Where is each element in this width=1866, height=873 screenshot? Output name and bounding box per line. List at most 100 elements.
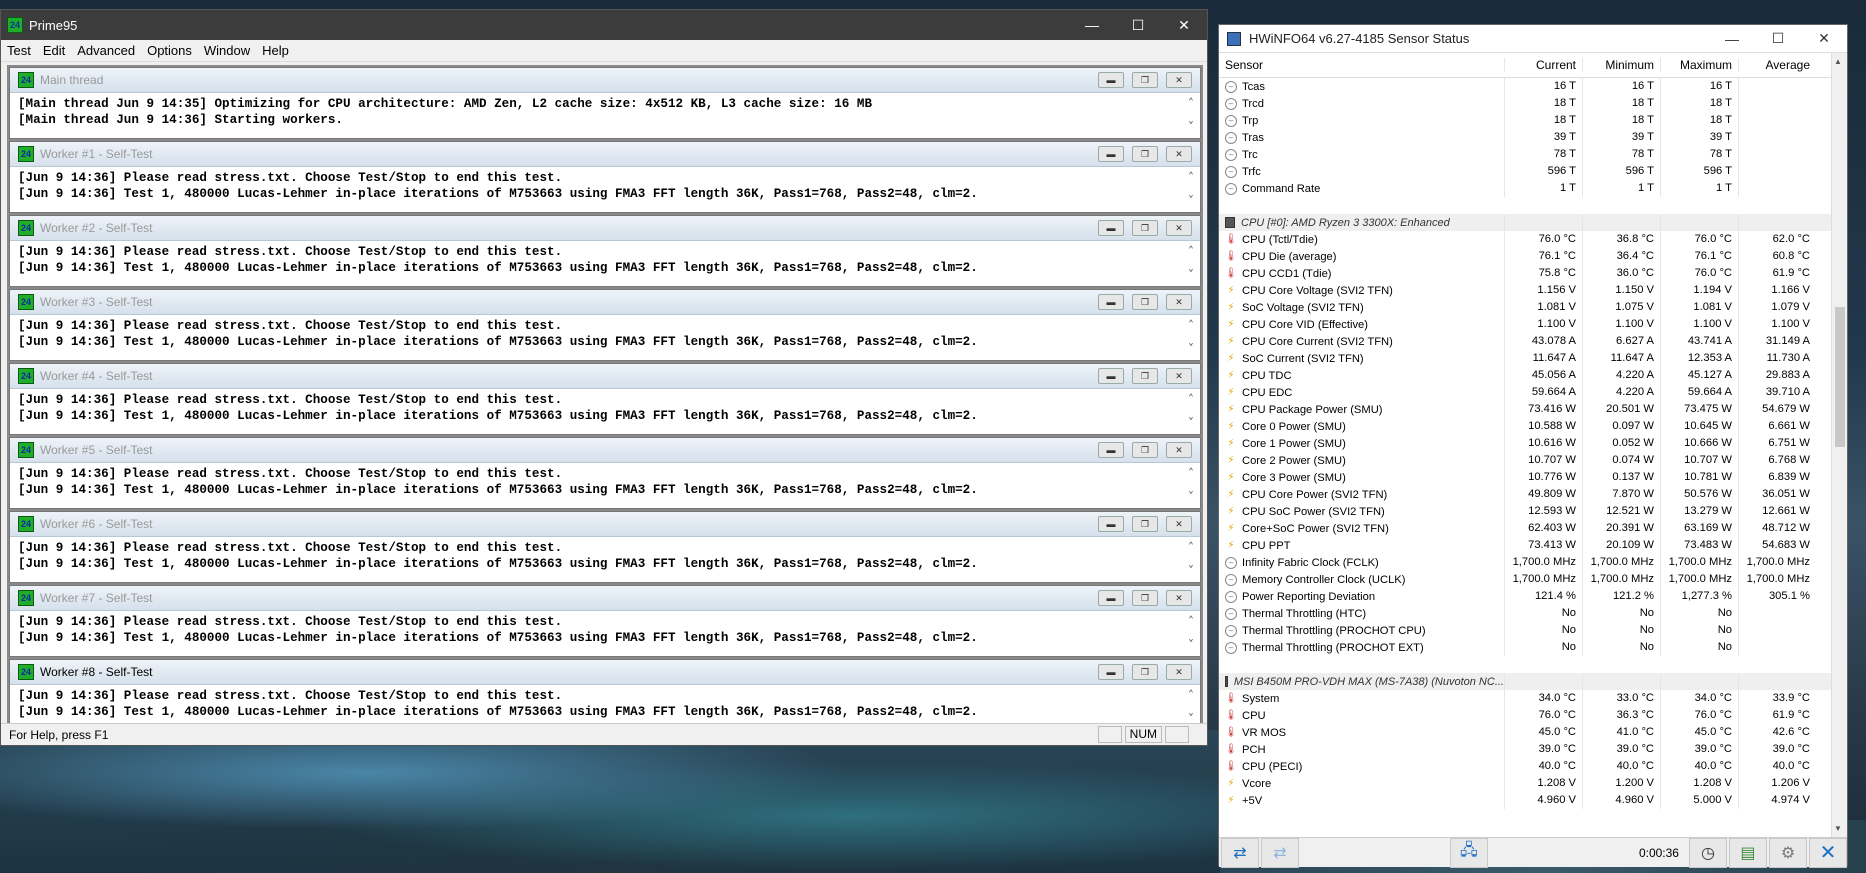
menu-options[interactable]: Options bbox=[141, 43, 198, 58]
minimize-button[interactable]: — bbox=[1069, 10, 1115, 40]
sensor-row[interactable]: – Trp 18 T 18 T 18 T bbox=[1219, 112, 1833, 129]
worker-titlebar[interactable]: 24 Worker #5 - Self-Test ▬ ❐ ✕ bbox=[10, 438, 1200, 463]
chevron-down-icon[interactable]: ⌄ bbox=[1188, 188, 1193, 204]
worker-titlebar[interactable]: 24 Worker #4 - Self-Test ▬ ❐ ✕ bbox=[10, 364, 1200, 389]
worker-log[interactable]: [Jun 9 14:36] Please read stress.txt. Ch… bbox=[10, 463, 1200, 501]
chevron-down-icon[interactable]: ⌄ bbox=[1188, 114, 1193, 130]
chevron-down-icon[interactable]: ⌄ bbox=[1188, 262, 1193, 278]
worker-log[interactable]: [Jun 9 14:36] Please read stress.txt. Ch… bbox=[10, 537, 1200, 575]
worker-log[interactable]: [Main thread Jun 9 14:35] Optimizing for… bbox=[10, 93, 1200, 131]
hwinfo-close-button[interactable]: ✕ bbox=[1801, 24, 1847, 54]
sensor-row[interactable]: ⚡ Core 0 Power (SMU) 10.588 W 0.097 W 10.645… bbox=[1219, 418, 1833, 435]
worker-log[interactable]: [Jun 9 14:36] Please read stress.txt. Ch… bbox=[10, 685, 1200, 723]
worker-window[interactable]: 24 Worker #8 - Self-Test ▬ ❐ ✕ [Jun 9 14:36] … bbox=[9, 659, 1201, 731]
worker-titlebar[interactable]: 24 Worker #6 - Self-Test ▬ ❐ ✕ bbox=[10, 512, 1200, 537]
worker-close-icon[interactable]: ✕ bbox=[1166, 516, 1192, 532]
sensor-row[interactable]: 🌡 CPU (Tctl/Tdie) 76.0 °C 36.8 °C 76.0 °C 62.… bbox=[1219, 231, 1833, 248]
sensor-row[interactable]: ⚡ Core+SoC Power (SVI2 TFN) 62.403 W 20.391… bbox=[1219, 520, 1833, 537]
sensor-row[interactable]: – Trfc 596 T 596 T 596 T bbox=[1219, 163, 1833, 180]
chevron-down-icon[interactable]: ⌄ bbox=[1188, 410, 1193, 426]
sensor-row[interactable]: 🌡 System 34.0 °C 33.0 °C 34.0 °C 33.9 °C bbox=[1219, 690, 1833, 707]
worker-close-icon[interactable]: ✕ bbox=[1166, 590, 1192, 606]
column-header-current[interactable]: Current bbox=[1504, 58, 1582, 72]
column-header-minimum[interactable]: Minimum bbox=[1582, 58, 1660, 72]
chevron-down-icon[interactable]: ⌄ bbox=[1188, 484, 1193, 500]
worker-titlebar[interactable]: 24 Worker #3 - Self-Test ▬ ❐ ✕ bbox=[10, 290, 1200, 315]
scroll-thumb[interactable] bbox=[1835, 307, 1845, 447]
worker-minimize-icon[interactable]: ▬ bbox=[1098, 590, 1124, 606]
worker-restore-icon[interactable]: ❐ bbox=[1132, 368, 1158, 384]
worker-log-scrollbar[interactable]: ⌃ ⌄ bbox=[1184, 465, 1198, 499]
worker-restore-icon[interactable]: ❐ bbox=[1132, 72, 1158, 88]
worker-window[interactable]: 24 Worker #4 - Self-Test ▬ ❐ ✕ [Jun 9 14:36] … bbox=[9, 363, 1201, 435]
sensor-row[interactable]: ⚡ CPU Core VID (Effective) 1.100 V 1.100 V1… bbox=[1219, 316, 1833, 333]
worker-minimize-icon[interactable]: ▬ bbox=[1098, 368, 1124, 384]
scroll-up-arrow-icon[interactable]: ▲ bbox=[1834, 57, 1842, 66]
sensor-row[interactable]: 🌡 PCH 39.0 °C 39.0 °C 39.0 °C 39.0 °C bbox=[1219, 741, 1833, 758]
sensor-row[interactable]: – Command Rate 1 T1 T1 T bbox=[1219, 180, 1833, 197]
worker-minimize-icon[interactable]: ▬ bbox=[1098, 516, 1124, 532]
chevron-up-icon[interactable]: ⌃ bbox=[1188, 169, 1193, 185]
sensor-row[interactable]: ⚡ Core 2 Power (SMU) 10.707 W 0.074 W 10.707… bbox=[1219, 452, 1833, 469]
chevron-down-icon[interactable]: ⌄ bbox=[1188, 558, 1193, 574]
chevron-up-icon[interactable]: ⌃ bbox=[1188, 465, 1193, 481]
worker-close-icon[interactable]: ✕ bbox=[1166, 146, 1192, 162]
chevron-up-icon[interactable]: ⌃ bbox=[1188, 539, 1193, 555]
chevron-up-icon[interactable]: ⌃ bbox=[1188, 243, 1193, 259]
sensor-group-row[interactable]: MSI B450M PRO-VDH MAX (MS-7A38) (Nuvoton… bbox=[1219, 673, 1833, 690]
worker-log-scrollbar[interactable]: ⌃ ⌄ bbox=[1184, 539, 1198, 573]
prime95-titlebar[interactable]: 24 Prime95 — ☐ ✕ bbox=[1, 10, 1207, 40]
worker-minimize-icon[interactable]: ▬ bbox=[1098, 294, 1124, 310]
worker-close-icon[interactable]: ✕ bbox=[1166, 72, 1192, 88]
sensor-row[interactable]: ⚡ CPU TDC 45.056 A 4.220 A 45.127 A 29.883 A bbox=[1219, 367, 1833, 384]
worker-log-scrollbar[interactable]: ⌃ ⌄ bbox=[1184, 95, 1198, 129]
log-file-icon[interactable]: ▤ bbox=[1728, 837, 1767, 868]
worker-minimize-icon[interactable]: ▬ bbox=[1098, 146, 1124, 162]
chevron-up-icon[interactable]: ⌃ bbox=[1188, 391, 1193, 407]
chevron-up-icon[interactable]: ⌃ bbox=[1188, 613, 1193, 629]
chevron-up-icon[interactable]: ⌃ bbox=[1188, 317, 1193, 333]
sensor-row[interactable]: 🌡 CPU 76.0 °C 36.3 °C 76.0 °C 61.9 °C bbox=[1219, 707, 1833, 724]
sensor-row[interactable]: ⚡ Core 3 Power (SMU) 10.776 W 0.137 W 10.781… bbox=[1219, 469, 1833, 486]
sensor-row[interactable]: ⚡ CPU Core Current (SVI2 TFN) 43.078 A 6.62… bbox=[1219, 333, 1833, 350]
sensor-row[interactable]: 🌡 CPU CCD1 (Tdie) 75.8 °C 36.0 °C 76.0 °C 61.… bbox=[1219, 265, 1833, 282]
chevron-down-icon[interactable]: ⌄ bbox=[1188, 632, 1193, 648]
sensor-row[interactable]: ⚡ CPU PPT 73.413 W 20.109 W 73.483 W 54.683 W bbox=[1219, 537, 1833, 554]
worker-titlebar[interactable]: 24 Worker #2 - Self-Test ▬ ❐ ✕ bbox=[10, 216, 1200, 241]
menu-advanced[interactable]: Advanced bbox=[71, 43, 141, 58]
worker-log[interactable]: [Jun 9 14:36] Please read stress.txt. Ch… bbox=[10, 167, 1200, 205]
sensor-scrollbar[interactable]: ▲ ▼ bbox=[1831, 53, 1847, 837]
sensor-row[interactable]: – Power Reporting Deviation 121.4 % 121.2 %… bbox=[1219, 588, 1833, 605]
worker-titlebar[interactable]: 24 Worker #7 - Self-Test ▬ ❐ ✕ bbox=[10, 586, 1200, 611]
worker-log[interactable]: [Jun 9 14:36] Please read stress.txt. Ch… bbox=[10, 611, 1200, 649]
clock-reset-icon[interactable]: ◷ bbox=[1688, 837, 1727, 868]
worker-titlebar[interactable]: 24 Worker #1 - Self-Test ▬ ❐ ✕ bbox=[10, 142, 1200, 167]
chevron-down-icon[interactable]: ⌄ bbox=[1188, 336, 1193, 352]
menu-edit[interactable]: Edit bbox=[37, 43, 71, 58]
worker-window[interactable]: 24 Worker #2 - Self-Test ▬ ❐ ✕ [Jun 9 14:36] … bbox=[9, 215, 1201, 287]
worker-close-icon[interactable]: ✕ bbox=[1166, 220, 1192, 236]
column-header-average[interactable]: Average bbox=[1738, 58, 1816, 72]
sensor-row[interactable]: – Thermal Throttling (HTC) No No No bbox=[1219, 605, 1833, 622]
sensor-row[interactable]: – Infinity Fabric Clock (FCLK) 1,700.0 MHz… bbox=[1219, 554, 1833, 571]
chevron-down-icon[interactable]: ⌄ bbox=[1188, 706, 1193, 722]
maximize-button[interactable]: ☐ bbox=[1115, 10, 1161, 40]
menu-help[interactable]: Help bbox=[256, 43, 295, 58]
menu-window[interactable]: Window bbox=[198, 43, 256, 58]
worker-titlebar[interactable]: 24 Worker #8 - Self-Test ▬ ❐ ✕ bbox=[10, 660, 1200, 685]
sensor-row[interactable]: ⚡ CPU EDC 59.664 A 4.220 A 59.664 A 39.710 A bbox=[1219, 384, 1833, 401]
sensor-group-row[interactable]: CPU [#0]: AMD Ryzen 3 3300X: Enhanced bbox=[1219, 214, 1833, 231]
worker-log[interactable]: [Jun 9 14:36] Please read stress.txt. Ch… bbox=[10, 241, 1200, 279]
scroll-down-arrow-icon[interactable]: ▼ bbox=[1834, 824, 1842, 833]
worker-log[interactable]: [Jun 9 14:36] Please read stress.txt. Ch… bbox=[10, 315, 1200, 353]
column-header-sensor[interactable]: Sensor bbox=[1219, 58, 1504, 72]
sensor-row[interactable]: ⚡ +5V 4.960 V 4.960 V 5.000 V 4.974 V bbox=[1219, 792, 1833, 809]
sensor-row[interactable]: 🌡 VR MOS 45.0 °C 41.0 °C 45.0 °C 42.6 °C bbox=[1219, 724, 1833, 741]
hwinfo-maximize-button[interactable]: ☐ bbox=[1755, 24, 1801, 54]
chevron-up-icon[interactable]: ⌃ bbox=[1188, 95, 1193, 111]
hwinfo-titlebar[interactable]: HWiNFO64 v6.27-4185 Sensor Status — ☐ ✕ bbox=[1219, 25, 1847, 53]
worker-restore-icon[interactable]: ❐ bbox=[1132, 294, 1158, 310]
worker-minimize-icon[interactable]: ▬ bbox=[1098, 220, 1124, 236]
worker-minimize-icon[interactable]: ▬ bbox=[1098, 664, 1124, 680]
close-button[interactable]: ✕ bbox=[1161, 10, 1207, 40]
